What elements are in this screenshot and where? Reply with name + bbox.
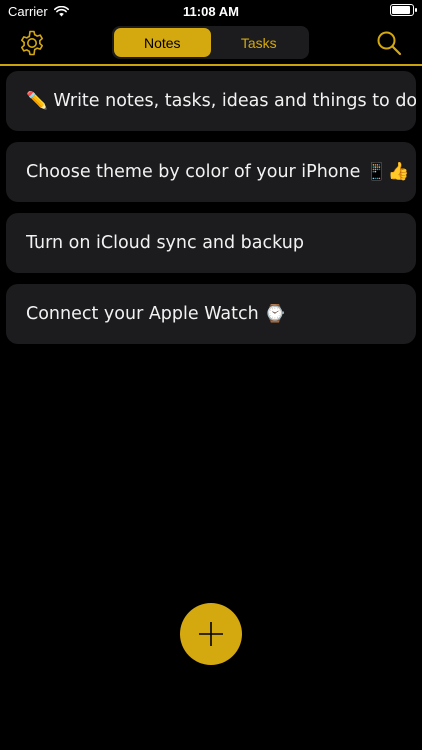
nav-bar: Notes Tasks	[0, 22, 422, 66]
status-right	[390, 4, 417, 16]
search-button[interactable]	[376, 30, 402, 56]
search-icon	[377, 31, 402, 56]
notes-tasks-segmented-control: Notes Tasks	[112, 26, 309, 59]
tab-tasks[interactable]: Tasks	[211, 28, 308, 57]
gear-icon	[21, 30, 43, 56]
battery-icon	[390, 4, 417, 16]
note-text: Choose theme by color of your iPhone 📱👍	[26, 162, 410, 182]
note-item[interactable]: ✏️ Write notes, tasks, ideas and things …	[6, 71, 416, 131]
status-bar: Carrier 11:08 AM	[0, 0, 422, 22]
note-item[interactable]: Choose theme by color of your iPhone 📱👍	[6, 142, 416, 202]
settings-button[interactable]	[18, 29, 46, 57]
note-text: ✏️ Write notes, tasks, ideas and things …	[26, 91, 416, 111]
tab-notes[interactable]: Notes	[114, 28, 211, 57]
note-item[interactable]: Connect your Apple Watch ⌚	[6, 284, 416, 344]
notes-list: ✏️ Write notes, tasks, ideas and things …	[6, 71, 416, 355]
note-text: Connect your Apple Watch ⌚	[26, 304, 287, 324]
status-time: 11:08 AM	[183, 4, 239, 19]
add-note-button[interactable]	[180, 603, 242, 665]
app-screen: Carrier 11:08 AM Notes Tasks ✏️ Write no…	[0, 0, 422, 750]
note-text: Turn on iCloud sync and backup	[26, 233, 304, 253]
battery-fill	[392, 6, 410, 14]
note-item[interactable]: Turn on iCloud sync and backup	[6, 213, 416, 273]
plus-icon	[199, 622, 223, 646]
